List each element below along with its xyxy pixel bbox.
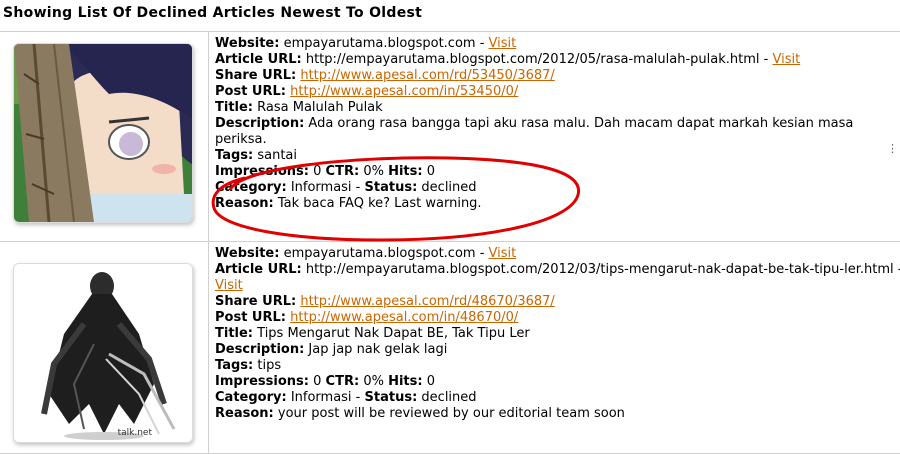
article-details: Website: empayarutama.blogspot.com - Vis… <box>209 32 900 241</box>
hits-value: 0 <box>426 164 435 179</box>
article-details: Website: empayarutama.blogspot.com - Vis… <box>209 242 900 453</box>
title-value: Tips Mengarut Nak Dapat BE, Tak Tipu Ler <box>257 326 530 341</box>
category-status-line: Category: Informasi - Status: declined <box>215 180 477 195</box>
tags-value: santai <box>257 148 298 163</box>
description-value: Ada orang rasa bangga tapi aku rasa malu… <box>215 116 854 147</box>
article-thumbnail[interactable]: talk.net <box>13 263 193 443</box>
ctr-value: 0% <box>363 164 384 179</box>
article-row: Website: empayarutama.blogspot.com - Vis… <box>0 31 900 241</box>
title-value: Rasa Malulah Pulak <box>257 100 383 115</box>
hits-value: 0 <box>426 374 435 389</box>
website-value: empayarutama.blogspot.com <box>283 36 476 51</box>
post-url-link[interactable]: http://www.apesal.com/in/53450/0/ <box>290 84 518 99</box>
post-url-line: Post URL: http://www.apesal.com/in/53450… <box>215 84 519 99</box>
declined-articles-list: Website: empayarutama.blogspot.com - Vis… <box>0 31 900 454</box>
impressions-value: 0 <box>313 164 322 179</box>
tags-line: Tags: tips <box>215 358 282 373</box>
dark-warrior-image <box>14 264 192 442</box>
status-value: declined <box>421 180 477 195</box>
share-url-link[interactable]: http://www.apesal.com/rd/53450/3687/ <box>300 68 554 83</box>
share-url-line: Share URL: http://www.apesal.com/rd/4867… <box>215 294 555 309</box>
stats-line: Impressions: 0 CTR: 0% Hits: 0 <box>215 374 435 389</box>
reason-value: Tak baca FAQ ke? Last warning. <box>277 196 482 211</box>
article-url-line: Article URL: http://empayarutama.blogspo… <box>215 262 900 293</box>
category-value: Informasi <box>290 180 352 195</box>
article-row: talk.net Website: empayarutama.blogspot.… <box>0 241 900 454</box>
impressions-value: 0 <box>313 374 322 389</box>
title-line: Title: Tips Mengarut Nak Dapat BE, Tak T… <box>215 326 530 341</box>
article-url-value: http://empayarutama.blogspot.com/2012/05… <box>305 52 760 67</box>
share-url-line: Share URL: http://www.apesal.com/rd/5345… <box>215 68 555 83</box>
anime-girl-image <box>14 44 192 222</box>
website-value: empayarutama.blogspot.com <box>283 246 476 261</box>
article-thumbnail[interactable] <box>13 43 193 223</box>
category-value: Informasi <box>290 390 352 405</box>
website-visit-link[interactable]: Visit <box>489 36 517 51</box>
share-url-link[interactable]: http://www.apesal.com/rd/48670/3687/ <box>300 294 554 309</box>
thumbnail-cell <box>0 32 209 241</box>
post-url-line: Post URL: http://www.apesal.com/in/48670… <box>215 310 519 325</box>
thumbnail-cell: talk.net <box>0 242 209 453</box>
website-line: Website: empayarutama.blogspot.com - Vis… <box>215 246 517 261</box>
website-line: Website: empayarutama.blogspot.com - Vis… <box>215 36 517 51</box>
description-line: Description: Ada orang rasa bangga tapi … <box>215 116 854 147</box>
article-url-line: Article URL: http://empayarutama.blogspo… <box>215 52 801 67</box>
tags-line: Tags: santai <box>215 148 298 163</box>
article-url-value: http://empayarutama.blogspot.com/2012/03… <box>305 262 894 277</box>
reason-line: Reason: your post will be reviewed by ou… <box>215 406 625 421</box>
reason-line: Reason: Tak baca FAQ ke? Last warning. <box>215 196 482 211</box>
ctr-value: 0% <box>363 374 384 389</box>
article-visit-link[interactable]: Visit <box>772 52 800 67</box>
post-url-link[interactable]: http://www.apesal.com/in/48670/0/ <box>290 310 518 325</box>
article-visit-link[interactable]: Visit <box>215 278 243 293</box>
description-line: Description: Jap jap nak gelak lagi <box>215 342 448 357</box>
reason-value: your post will be reviewed by our editor… <box>277 406 625 421</box>
stats-line: Impressions: 0 CTR: 0% Hits: 0 <box>215 164 435 179</box>
status-value: declined <box>421 390 477 405</box>
tags-value: tips <box>257 358 282 373</box>
category-status-line: Category: Informasi - Status: declined <box>215 390 477 405</box>
title-line: Title: Rasa Malulah Pulak <box>215 100 383 115</box>
overflow-marker: ⋮ <box>887 142 898 155</box>
website-visit-link[interactable]: Visit <box>489 246 517 261</box>
description-value: Jap jap nak gelak lagi <box>308 342 448 357</box>
thumbnail-watermark: talk.net <box>117 428 152 438</box>
page-title: Showing List Of Declined Articles Newest… <box>3 5 423 21</box>
